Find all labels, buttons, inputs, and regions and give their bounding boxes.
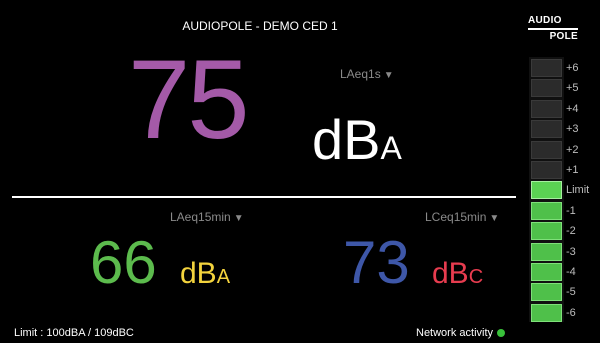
- dropdown-arrow-icon: ▼: [489, 213, 500, 224]
- bottom-right-indicator-label: LCeq15min: [425, 210, 487, 224]
- meter-scale-label: Limit: [566, 184, 590, 197]
- main-unit-base: dB: [312, 108, 381, 171]
- dropdown-arrow-icon: ▼: [233, 213, 244, 224]
- meter-segment: [531, 181, 562, 200]
- logo-text-top: AUDIO: [528, 15, 562, 26]
- network-status-dot-icon: [497, 329, 506, 337]
- meter-scale-label: -6: [566, 306, 576, 319]
- meter-segment: [531, 79, 562, 98]
- meter-segment: [531, 283, 562, 302]
- meter-segment: [531, 222, 562, 241]
- meter-segment: [531, 161, 562, 179]
- network-activity-label: Network activity: [416, 327, 494, 339]
- meter-segment: [531, 99, 562, 118]
- main-unit-weighting: A: [380, 130, 402, 166]
- main-level-unit: dBA: [312, 112, 402, 168]
- bottom-left-unit-weighting: A: [216, 266, 231, 288]
- meter-scale-label: +6: [566, 62, 579, 74]
- meter-scale-label: +1: [566, 164, 579, 176]
- bottom-left-indicator-selector[interactable]: LAeq15min ▼: [170, 210, 244, 224]
- bottom-left-level-value: 66: [90, 229, 157, 296]
- meter-scale-label: +5: [566, 82, 579, 95]
- bottom-right-unit-base: dB: [432, 257, 469, 290]
- meter-segment: [531, 59, 562, 77]
- bottom-right-unit-weighting: C: [468, 266, 484, 288]
- meter-scale-label: +2: [566, 143, 579, 156]
- main-indicator-label: LAeq1s: [340, 67, 381, 81]
- meter-segment: [531, 242, 562, 261]
- network-activity-indicator: Network activity: [416, 327, 506, 339]
- main-level-value: 75: [128, 37, 250, 162]
- logo-text-bottom: POLE: [549, 31, 578, 42]
- limit-info: Limit : 100dBA / 109dBC: [14, 327, 134, 339]
- meter-scale-label: +4: [566, 102, 579, 115]
- meter-scale-label: -3: [566, 245, 576, 258]
- section-divider: [12, 196, 516, 198]
- bottom-left-unit-base: dB: [180, 257, 217, 290]
- dropdown-arrow-icon: ▼: [383, 70, 394, 81]
- page-title: AUDIOPOLE - DEMO CED 1: [182, 19, 338, 33]
- bottom-right-level-value: 73: [343, 229, 410, 296]
- meter-segment: [531, 120, 562, 139]
- meter-segment: [531, 140, 562, 159]
- meter-segment: [531, 263, 562, 281]
- logo-divider: [528, 28, 578, 30]
- meter-segment: [531, 201, 562, 220]
- meter-scale-label: -1: [566, 204, 576, 217]
- meter-scale-label: -5: [566, 286, 576, 299]
- meter-scale-label: +3: [566, 123, 579, 136]
- meter-scale-label: -4: [566, 266, 576, 278]
- bottom-right-level-unit: dBC: [432, 259, 483, 289]
- meter-scale-label: -2: [566, 225, 576, 238]
- bottom-right-indicator-selector[interactable]: LCeq15min ▼: [425, 210, 499, 224]
- audiopole-logo: AUDIO POLE: [528, 15, 578, 43]
- level-meter: [529, 57, 564, 322]
- bottom-left-level-unit: dBA: [180, 259, 230, 289]
- main-indicator-selector[interactable]: LAeq1s ▼: [340, 67, 394, 81]
- meter-segment: [531, 303, 562, 322]
- bottom-left-indicator-label: LAeq15min: [170, 210, 231, 224]
